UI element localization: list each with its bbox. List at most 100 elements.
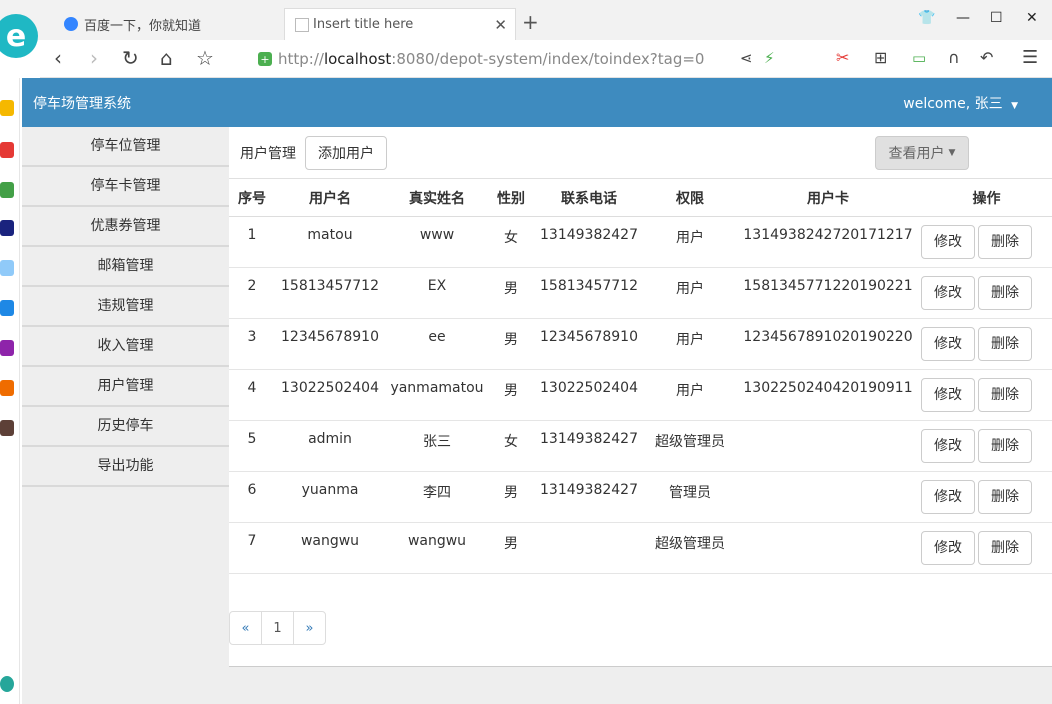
edit-button[interactable]: 修改 — [921, 428, 975, 463]
delete-button[interactable]: 删除 — [978, 479, 1032, 514]
tab-baidu[interactable]: 百度一下，你就知道 — [56, 8, 282, 40]
sidebar-item-coupon[interactable]: 优惠券管理 — [22, 207, 229, 247]
cell-real-name: wangwu — [385, 522, 489, 574]
table-row: 2 15813457712 EX 男 15813457712 用户 158134… — [229, 267, 1052, 319]
cell-username: 12345678910 — [275, 318, 385, 370]
sidebar-item-mailbox[interactable]: 邮箱管理 — [22, 247, 229, 287]
delete-button[interactable]: 删除 — [978, 275, 1032, 310]
cell-index: 4 — [229, 369, 275, 421]
cell-phone: 13022502404 — [533, 369, 645, 421]
cell-user-card — [735, 522, 921, 574]
cell-user-card: 1581345771220190221 — [735, 267, 921, 319]
delete-button[interactable]: 删除 — [978, 530, 1032, 565]
column-header: 用户名 — [275, 180, 385, 217]
cell-index: 5 — [229, 420, 275, 472]
headphones-icon[interactable]: ∩ — [948, 46, 960, 70]
edit-button[interactable]: 修改 — [921, 275, 975, 310]
table-row: 3 12345678910 ee 男 12345678910 用户 123456… — [229, 318, 1052, 370]
delete-button[interactable]: 删除 — [978, 224, 1032, 259]
shirt-skin-icon[interactable]: 👕 — [918, 10, 935, 26]
new-tab-button[interactable]: + — [522, 10, 539, 34]
apps-grid-icon[interactable]: ⊞ — [874, 46, 887, 70]
cell-gender: 男 — [489, 471, 533, 523]
delete-button[interactable]: 删除 — [978, 326, 1032, 361]
lightning-icon[interactable]: ⚡ — [764, 46, 775, 70]
view-users-dropdown[interactable]: 查看用户 ▼ — [875, 136, 969, 170]
cell-user-card — [735, 471, 921, 523]
table-row: 4 13022502404 yanmamatou 男 13022502404 用… — [229, 369, 1052, 421]
game3-icon[interactable] — [0, 420, 14, 436]
url-path: :8080/depot-system/index/toindex?tag=0 — [391, 50, 705, 68]
table-header-row: 序号 用户名 真实姓名 性别 联系电话 权限 用户卡 操作 — [229, 180, 1052, 217]
undo-icon[interactable]: ↶ — [980, 46, 993, 70]
mail-icon[interactable] — [0, 182, 14, 198]
cell-gender: 男 — [489, 267, 533, 319]
edit-button[interactable]: 修改 — [921, 479, 975, 514]
edit-button[interactable]: 修改 — [921, 326, 975, 361]
cell-gender: 女 — [489, 420, 533, 472]
url-scheme: http:// — [278, 50, 324, 68]
close-tab-icon[interactable]: ✕ — [494, 16, 507, 34]
favorites-icon[interactable] — [0, 100, 14, 116]
cell-index: 3 — [229, 318, 275, 370]
home-icon[interactable]: ⌂ — [160, 46, 173, 70]
cell-role: 超级管理员 — [645, 522, 735, 574]
settings-icon[interactable] — [0, 676, 14, 692]
battery-icon[interactable]: ▭ — [912, 46, 926, 70]
notes-icon[interactable] — [0, 260, 14, 276]
weibo-icon[interactable] — [0, 142, 14, 158]
sidebar-item-violation[interactable]: 违规管理 — [22, 287, 229, 327]
users-table: 序号 用户名 真实姓名 性别 联系电话 权限 用户卡 操作 1 matou ww… — [229, 180, 1052, 574]
scissors-icon[interactable]: ✂ — [836, 46, 849, 70]
forward-icon[interactable]: › — [90, 46, 98, 70]
menu-icon[interactable]: ☰ — [1022, 46, 1038, 70]
add-user-button[interactable]: 添加用户 — [305, 136, 387, 170]
address-bar[interactable]: + http:// localhost :8080/depot-system/i… — [258, 46, 818, 72]
browser-sidebar — [0, 78, 20, 704]
sidebar-item-export[interactable]: 导出功能 — [22, 447, 229, 487]
star-icon[interactable]: ☆ — [196, 46, 214, 70]
monitor-icon[interactable] — [0, 300, 14, 316]
cell-actions: 修改 删除 — [921, 522, 1052, 574]
delete-button[interactable]: 删除 — [978, 377, 1032, 412]
next-page-link[interactable]: » — [293, 611, 326, 645]
cell-phone: 13149382427 — [533, 216, 645, 268]
delete-button[interactable]: 删除 — [978, 428, 1032, 463]
cell-actions: 修改 删除 — [921, 420, 1052, 472]
sidebar-item-parking-card[interactable]: 停车卡管理 — [22, 167, 229, 207]
minimize-icon[interactable]: — — [956, 10, 970, 26]
maximize-icon[interactable]: ☐ — [990, 10, 1003, 26]
back-icon[interactable]: ‹ — [54, 46, 62, 70]
share-icon[interactable]: ⋖ — [740, 46, 753, 70]
game2-icon[interactable] — [0, 380, 14, 396]
column-header: 性别 — [489, 180, 533, 217]
user-menu[interactable]: welcome, 张三 ▼ — [903, 93, 1018, 113]
sidebar-item-history[interactable]: 历史停车 — [22, 407, 229, 447]
sidebar-item-income[interactable]: 收入管理 — [22, 327, 229, 367]
page-link-1[interactable]: 1 — [261, 611, 294, 645]
edit-button[interactable]: 修改 — [921, 377, 975, 412]
tab-insert-title[interactable]: Insert title here ✕ — [284, 8, 516, 40]
column-header: 联系电话 — [533, 180, 645, 217]
table-row: 7 wangwu wangwu 男 超级管理员 修改 删除 — [229, 522, 1052, 574]
sidebar-item-users[interactable]: 用户管理 — [22, 367, 229, 407]
prev-page-link[interactable]: « — [229, 611, 262, 645]
game-icon[interactable] — [0, 340, 14, 356]
cell-phone: 13149382427 — [533, 471, 645, 523]
sidebar-item-parking-space[interactable]: 停车位管理 — [22, 127, 229, 167]
edit-button[interactable]: 修改 — [921, 530, 975, 565]
edit-button[interactable]: 修改 — [921, 224, 975, 259]
browser-tab-bar: e 百度一下，你就知道 Insert title here ✕ + 👕 — ☐ … — [0, 0, 1052, 58]
cell-phone: 13149382427 — [533, 420, 645, 472]
svg-text:e: e — [6, 19, 26, 54]
close-window-icon[interactable]: ✕ — [1026, 10, 1038, 26]
refresh-icon[interactable]: ↻ — [122, 46, 139, 70]
cell-username: matou — [275, 216, 385, 268]
cell-role: 管理员 — [645, 471, 735, 523]
news-icon[interactable] — [0, 220, 14, 236]
view-users-label: 查看用户 — [888, 146, 945, 162]
cell-real-name: 李四 — [385, 471, 489, 523]
cell-role: 用户 — [645, 318, 735, 370]
cell-real-name: www — [385, 216, 489, 268]
cell-index: 6 — [229, 471, 275, 523]
